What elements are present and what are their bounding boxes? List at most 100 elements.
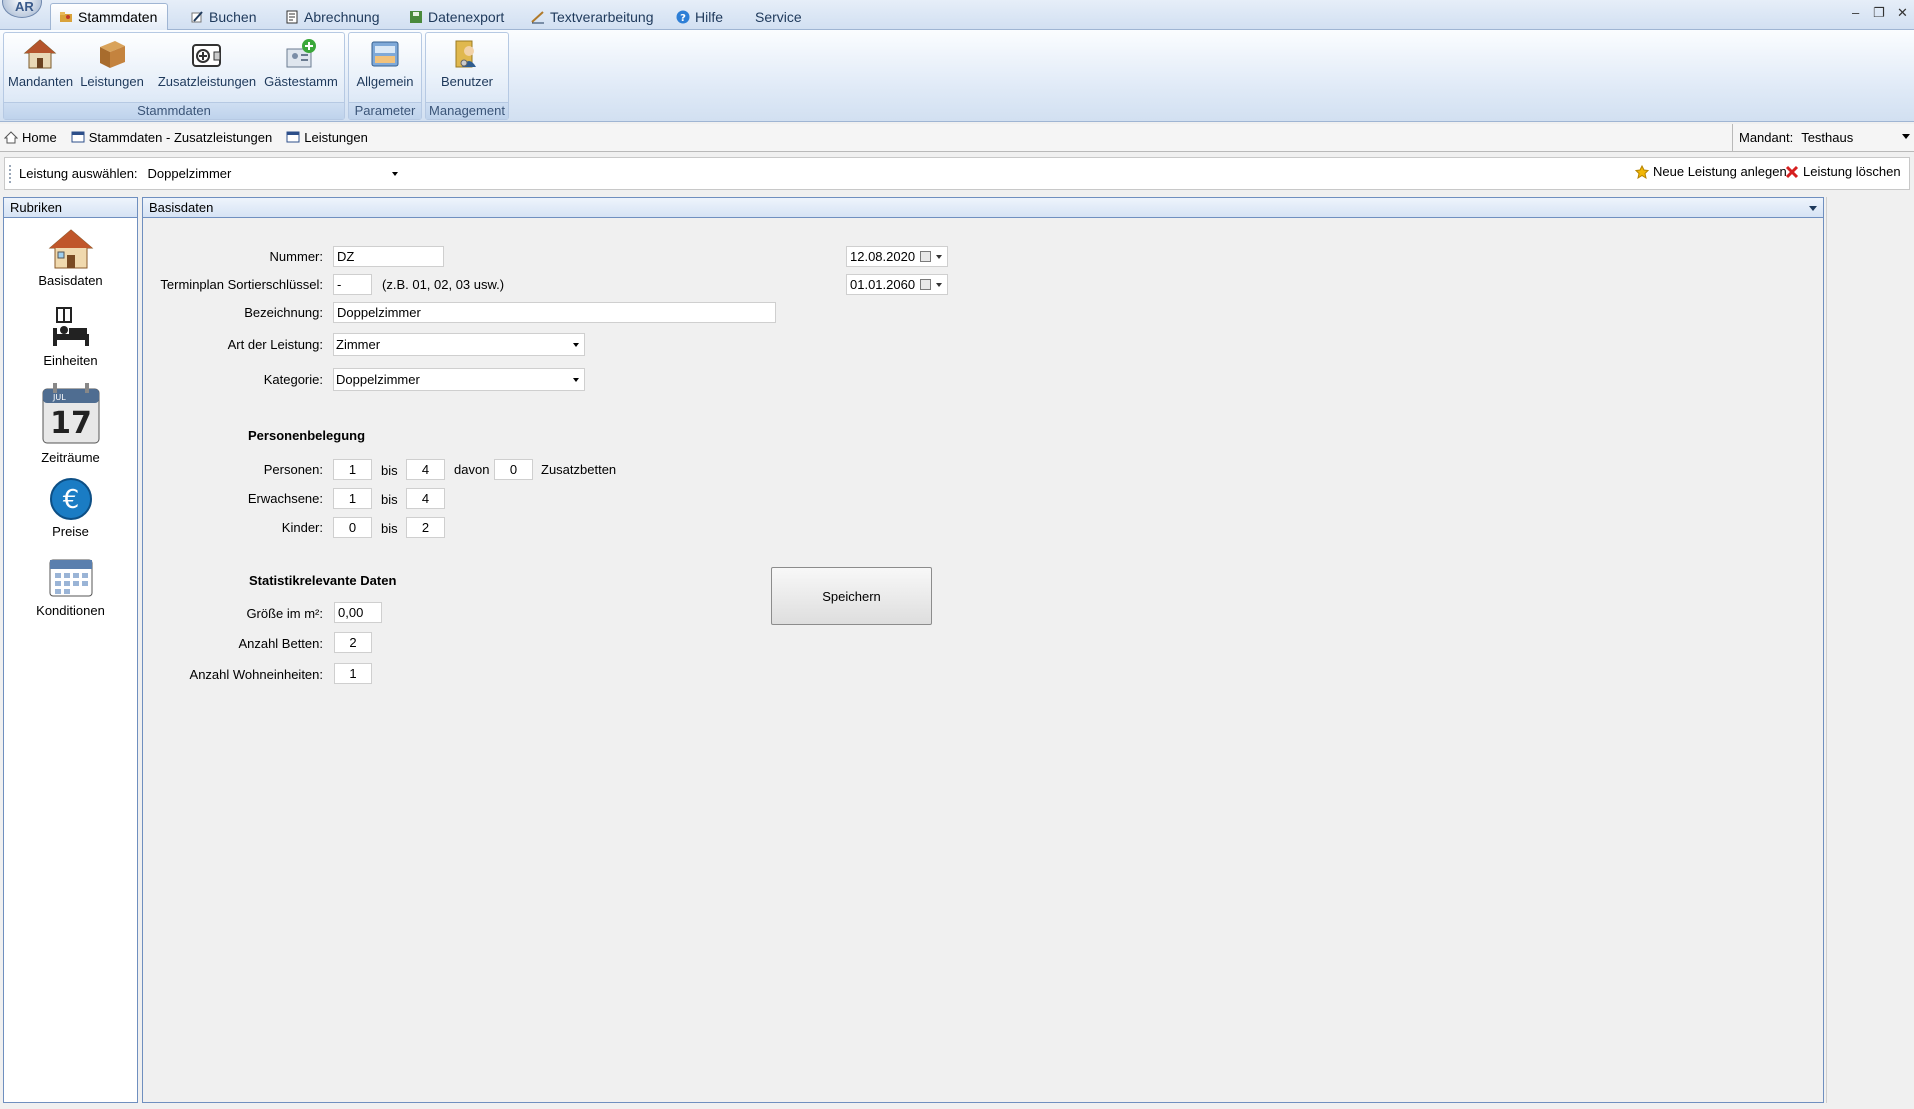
tab-hilfe[interactable]: ? Hilfe (668, 3, 733, 30)
nav-item-zeitraeume[interactable]: JUL 17 Zeiträume (4, 381, 137, 465)
bis-label: bis (381, 521, 398, 536)
chevron-down-icon (573, 378, 579, 382)
erwachsene-von-field[interactable]: 1 (333, 488, 372, 509)
neue-leistung-label: Neue Leistung anlegen (1653, 164, 1787, 179)
kinder-von-field[interactable]: 0 (333, 517, 372, 538)
ribbon-button-label: Gästestamm (264, 74, 338, 89)
anzahl-betten-field[interactable]: 2 (334, 632, 372, 653)
zusatzbetten-field[interactable]: 0 (494, 459, 533, 480)
art-der-leistung-label: Art der Leistung: (227, 337, 323, 352)
nummer-field[interactable]: DZ (333, 246, 444, 267)
tab-label: Abrechnung (304, 8, 380, 25)
personen-bis-field[interactable]: 4 (406, 459, 445, 480)
gueltig-bis-date[interactable]: 01.01.2060 (846, 274, 948, 295)
personen-von-field[interactable]: 1 (333, 459, 372, 480)
pen-paper-icon (191, 10, 203, 22)
bed-icon (52, 307, 89, 346)
nav-item-label: Preise (52, 524, 89, 539)
toolbar-grip[interactable] (9, 164, 13, 183)
close-button[interactable]: ✕ (1897, 5, 1908, 21)
breadcrumb-stammdaten-zusatzleistungen[interactable]: Stammdaten - Zusatzleistungen (71, 130, 272, 145)
erwachsene-bis-field[interactable]: 4 (406, 488, 445, 509)
guest-add-icon (286, 39, 316, 68)
art-der-leistung-select[interactable]: Zimmer (333, 333, 585, 356)
tab-abrechnung[interactable]: Abrechnung (277, 3, 390, 30)
ribbon-group-management: Benutzer Management (425, 32, 509, 120)
tab-service[interactable]: Service (747, 3, 812, 30)
nav-item-basisdaten[interactable]: Basisdaten (4, 228, 137, 288)
zusatzbetten-label: Zusatzbetten (541, 462, 617, 477)
breadcrumb: Home Stammdaten - Zusatzleistungen Leist… (0, 124, 1914, 152)
groesse-field[interactable]: 0,00 (334, 602, 382, 623)
art-der-leistung-value: Zimmer (336, 337, 381, 352)
ribbon-group-parameter: Allgemein Parameter (348, 32, 422, 120)
window-icon (71, 131, 85, 143)
anzahl-betten-label: Anzahl Betten: (238, 636, 323, 651)
personen-label: Personen: (263, 462, 323, 477)
leistung-select[interactable]: Doppelzimmer (146, 163, 402, 185)
ribbon-group-caption: Parameter (349, 102, 421, 119)
kinder-bis-field[interactable]: 2 (406, 517, 445, 538)
allgemein-button[interactable]: Allgemein (353, 37, 417, 89)
calendar-icon[interactable] (920, 279, 931, 290)
erwachsene-label: Erwachsene: (247, 491, 323, 506)
nav-item-einheiten[interactable]: Einheiten (4, 306, 137, 368)
user-key-icon (455, 40, 476, 68)
benutzer-button[interactable]: Benutzer (435, 37, 499, 89)
mandant-value: Testhaus (1801, 130, 1854, 145)
tab-buchen[interactable]: Buchen (182, 3, 266, 30)
nav-item-preise[interactable]: € Preise (4, 477, 137, 539)
kategorie-select[interactable]: Doppelzimmer (333, 368, 585, 391)
app-logo-icon: AR (15, 0, 34, 14)
breadcrumb-home[interactable]: Home (4, 130, 57, 145)
tab-textverarbeitung[interactable]: Textverarbeitung (523, 3, 664, 30)
pen-text-icon (531, 10, 544, 23)
breadcrumb-label: Home (22, 130, 57, 145)
neue-leistung-button[interactable]: Neue Leistung anlegen (1635, 164, 1787, 179)
groesse-label: Größe im m²: (246, 606, 323, 621)
sortierschluessel-label: Terminplan Sortierschlüssel: (160, 277, 323, 292)
tab-label: Buchen (209, 8, 257, 25)
rubriken-title: Rubriken (4, 198, 137, 218)
bis-label: bis (381, 463, 398, 478)
svg-text:€: € (62, 485, 79, 515)
speichern-button[interactable]: Speichern (771, 567, 932, 625)
mandanten-button[interactable]: Mandanten (8, 37, 73, 89)
rubriken-panel: Rubriken Basisdaten Einheiten JUL 17 Zeit… (3, 197, 138, 1103)
minimize-button[interactable]: – (1852, 5, 1859, 20)
nav-item-label: Basisdaten (38, 273, 103, 288)
chevron-down-icon (1809, 206, 1817, 211)
breadcrumb-label: Leistungen (304, 130, 368, 145)
restore-button[interactable]: ❐ (1873, 5, 1885, 21)
tab-stammdaten[interactable]: Stammdaten (50, 3, 169, 30)
nav-item-konditionen[interactable]: Konditionen (4, 554, 137, 618)
basisdaten-panel-header[interactable]: Basisdaten (143, 198, 1823, 218)
breadcrumb-leistungen[interactable]: Leistungen (286, 130, 368, 145)
star-icon (1635, 164, 1649, 179)
panel-title: Basisdaten (149, 200, 214, 215)
davon-label: davon (454, 462, 490, 477)
gueltig-ab-date[interactable]: 12.08.2020 (846, 246, 948, 267)
app-menu-button[interactable]: AR (2, 0, 42, 18)
gueltig-ab-value: 12.08.2020 (850, 249, 916, 264)
leistungen-button[interactable]: Leistungen (79, 37, 145, 89)
kategorie-value: Doppelzimmer (336, 372, 420, 387)
statistik-heading: Statistikrelevante Daten (249, 573, 397, 588)
tab-datenexport[interactable]: Datenexport (401, 3, 514, 30)
calendar-icon[interactable] (920, 251, 931, 262)
mandant-selector[interactable]: Mandant: Testhaus (1732, 124, 1914, 151)
ribbon: Mandanten Leistungen Zusatzleistungen Gä… (0, 30, 1914, 122)
nav-item-label: Einheiten (43, 353, 98, 368)
chevron-down-icon (573, 343, 579, 347)
delete-x-icon (1785, 165, 1799, 178)
leistung-loeschen-button[interactable]: Leistung löschen (1785, 164, 1901, 179)
zusatzleistungen-button[interactable]: Zusatzleistungen (153, 37, 261, 89)
right-empty-area (1826, 197, 1912, 1103)
bezeichnung-field[interactable]: Doppelzimmer (333, 302, 776, 323)
anzahl-wohneinheiten-field[interactable]: 1 (334, 663, 372, 684)
gaestestamm-button[interactable]: Gästestamm (260, 37, 342, 89)
sortierschluessel-field[interactable]: - (333, 274, 372, 295)
tab-label: Datenexport (428, 8, 505, 25)
chevron-down-icon (1902, 134, 1910, 139)
bis-label: bis (381, 492, 398, 507)
